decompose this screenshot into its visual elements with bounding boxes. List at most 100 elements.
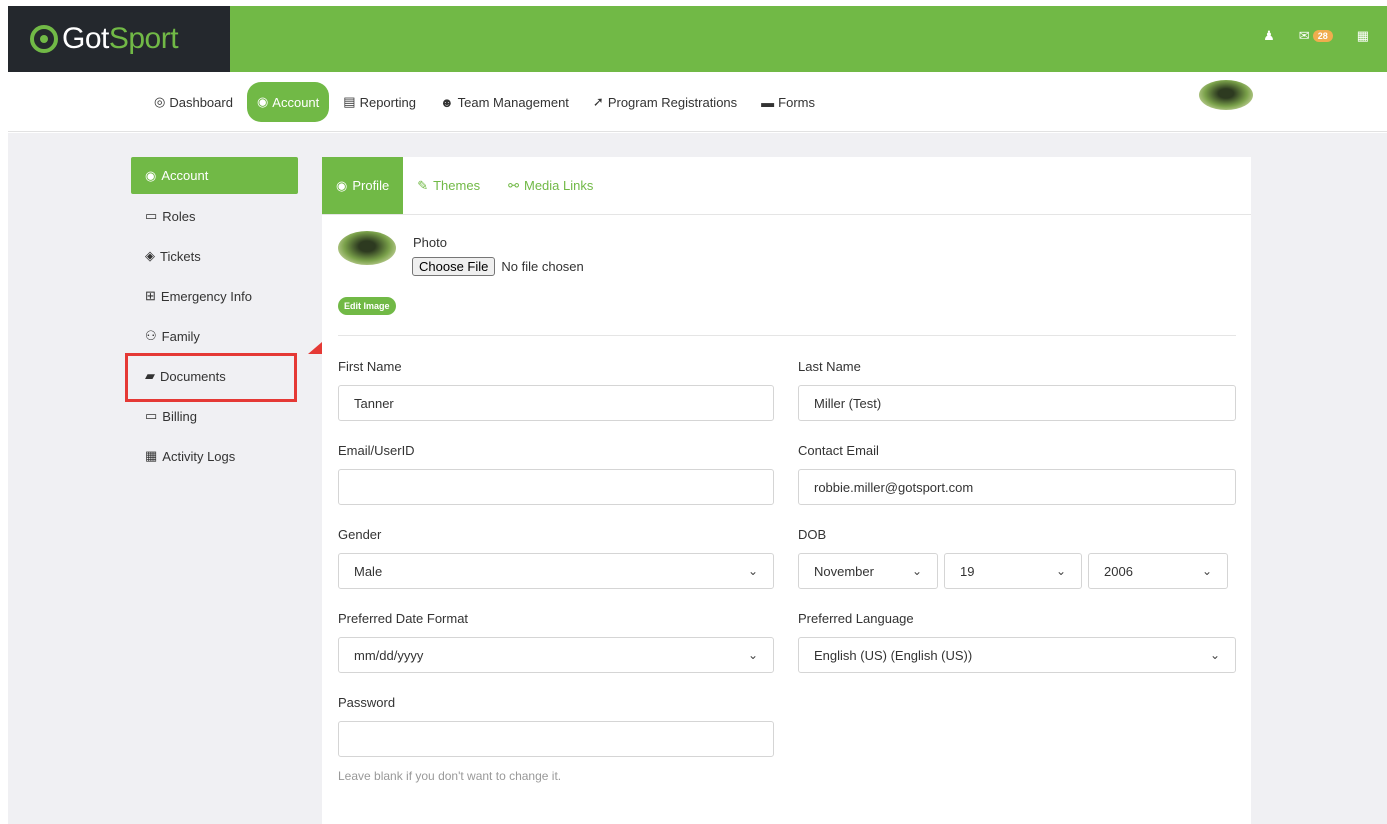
sidebar-item-activity-logs[interactable]: ▦ Activity Logs <box>131 436 298 476</box>
file-picker: Choose File No file chosen <box>412 257 584 276</box>
nav-account-label: Account <box>272 94 320 110</box>
language-select[interactable]: English (US) (English (US)) ⌄ <box>798 637 1236 673</box>
sidebar-item-label: Emergency Info <box>160 288 252 304</box>
envelope-icon: ✉ <box>1298 28 1310 43</box>
chevron-down-icon: ⌄ <box>1201 564 1212 578</box>
chevron-down-icon: ⌄ <box>1209 648 1220 662</box>
main-nav: ◎ Dashboard ◉ Account ▤ Reporting ☻ Team Man… <box>8 72 1387 132</box>
password-help-text: Leave blank if you don't want to change … <box>338 769 562 783</box>
user-icon[interactable]: ♟ <box>1263 28 1275 44</box>
gender-value: Male <box>354 563 383 579</box>
password-label: Password <box>338 695 396 710</box>
credit-card-icon: ▭ <box>145 408 158 423</box>
reporting-icon: ▤ <box>343 94 356 109</box>
last-name-input[interactable]: Miller (Test) <box>798 385 1236 421</box>
nav-team-management[interactable]: ☻ Team Management <box>430 82 579 122</box>
paper-plane-icon: ➚ <box>592 94 604 109</box>
dob-label: DOB <box>798 527 827 542</box>
account-icon: ◉ <box>145 167 157 183</box>
contact-email-input[interactable]: robbie.miller@gotsport.com <box>798 469 1236 505</box>
sidebar-item-label: Roles <box>162 208 196 224</box>
avatar[interactable] <box>1199 80 1253 110</box>
sidebar-item-roles[interactable]: ▭ Roles <box>131 196 298 236</box>
nav-dashboard[interactable]: ◎ Dashboard <box>144 82 243 122</box>
date-format-select[interactable]: mm/dd/yyyy ⌄ <box>338 637 774 673</box>
dob-year-value: 2006 <box>1104 563 1133 579</box>
last-name-group: Last Name Miller (Test) <box>798 359 1236 421</box>
language-group: Preferred Language English (US) (English… <box>798 611 1236 673</box>
date-format-group: Preferred Date Format mm/dd/yyyy ⌄ <box>338 611 774 673</box>
link-icon: ⚯ <box>508 177 519 193</box>
dob-year-select[interactable]: 2006 ⌄ <box>1088 553 1228 589</box>
chevron-down-icon: ⌄ <box>747 648 758 662</box>
password-group: Password Leave blank if you don't want t… <box>338 695 774 783</box>
plus-square-icon: ⊞ <box>145 288 156 303</box>
nav-forms[interactable]: ▬ Forms <box>751 82 825 122</box>
gender-select[interactable]: Male ⌄ <box>338 553 774 589</box>
language-label: Preferred Language <box>798 611 914 626</box>
sidebar-item-family[interactable]: ⚇ Family <box>131 316 298 356</box>
first-name-group: First Name Tanner <box>338 359 774 421</box>
tab-themes[interactable]: ✎ Themes <box>403 157 494 214</box>
user-circle-icon: ◉ <box>336 177 348 193</box>
ticket-icon: ◈ <box>145 248 155 263</box>
mail-button[interactable]: ✉ 28 <box>1299 28 1333 44</box>
logo[interactable]: GotSport <box>8 6 230 72</box>
profile-tabs: ◉ Profile ✎ Themes ⚯ Media Links <box>322 157 1251 215</box>
chevron-down-icon: ⌄ <box>911 564 922 578</box>
divider <box>338 335 1236 336</box>
email-input[interactable] <box>338 469 774 505</box>
sidebar-item-emergency-info[interactable]: ⊞ Emergency Info <box>131 276 298 316</box>
nav-reporting-label: Reporting <box>359 94 416 110</box>
grid-icon[interactable]: ▦ <box>1357 28 1369 44</box>
archive-icon: ▦ <box>145 448 158 463</box>
logo-text-got: Got <box>62 22 109 55</box>
gender-label: Gender <box>338 527 382 542</box>
last-name-label: Last Name <box>798 359 861 374</box>
nav-program-registrations[interactable]: ➚ Program Registrations <box>583 82 747 122</box>
top-icons: ♟ ✉ 28 ▦ <box>1263 28 1369 44</box>
sidebar-item-label: Billing <box>162 408 197 424</box>
nav-program-registrations-label: Program Registrations <box>607 94 738 110</box>
profile-panel: ◉ Profile ✎ Themes ⚯ Media Links Photo Choo… <box>322 157 1251 824</box>
tab-themes-label: Themes <box>433 178 481 193</box>
file-status: No file chosen <box>501 259 584 274</box>
choose-file-button[interactable]: Choose File <box>412 257 496 276</box>
tab-media-links-label: Media Links <box>523 178 594 193</box>
chevron-down-icon: ⌄ <box>747 564 758 578</box>
dob-month-value: November <box>814 563 874 579</box>
nav-reporting[interactable]: ▤ Reporting <box>333 82 426 122</box>
dob-day-select[interactable]: 19 ⌄ <box>944 553 1082 589</box>
sidebar-item-account[interactable]: ◉ Account <box>131 157 298 194</box>
edit-image-button[interactable]: Edit Image <box>338 297 396 315</box>
dob-day-value: 19 <box>960 563 975 579</box>
logo-text-sport: Sport <box>108 22 179 55</box>
sidebar-item-label: Family <box>161 328 200 344</box>
chevron-down-icon: ⌄ <box>1055 564 1066 578</box>
paint-brush-icon: ✎ <box>417 177 429 193</box>
password-input[interactable] <box>338 721 774 757</box>
date-format-value: mm/dd/yyyy <box>354 647 424 663</box>
contact-email-label: Contact Email <box>798 443 879 458</box>
dashboard-icon: ◎ <box>154 94 166 109</box>
sidebar-item-tickets[interactable]: ◈ Tickets <box>131 236 298 276</box>
tab-profile-label: Profile <box>352 178 390 193</box>
email-group: Email/UserID <box>338 443 774 505</box>
sidebar-item-billing[interactable]: ▭ Billing <box>131 396 298 436</box>
id-card-icon: ▭ <box>145 208 158 223</box>
date-format-label: Preferred Date Format <box>338 611 469 626</box>
nav-account[interactable]: ◉ Account <box>246 82 330 122</box>
gender-group: Gender Male ⌄ <box>338 527 774 589</box>
sidebar-item-label: Account <box>161 168 209 183</box>
first-name-input[interactable]: Tanner <box>338 385 774 421</box>
sitemap-icon: ⚇ <box>145 328 157 343</box>
dob-month-select[interactable]: November ⌄ <box>798 553 938 589</box>
nav-dashboard-label: Dashboard <box>169 94 233 110</box>
account-sidebar: ◉ Account ▭ Roles ◈ Tickets ⊞ Emergency Info… <box>131 157 298 476</box>
tab-media-links[interactable]: ⚯ Media Links <box>494 157 607 214</box>
nav-team-management-label: Team Management <box>457 94 569 110</box>
profile-photo <box>338 231 396 265</box>
mail-count-badge: 28 <box>1312 30 1333 42</box>
file-icon: ▬ <box>761 94 775 110</box>
tab-profile[interactable]: ◉ Profile <box>322 157 404 214</box>
